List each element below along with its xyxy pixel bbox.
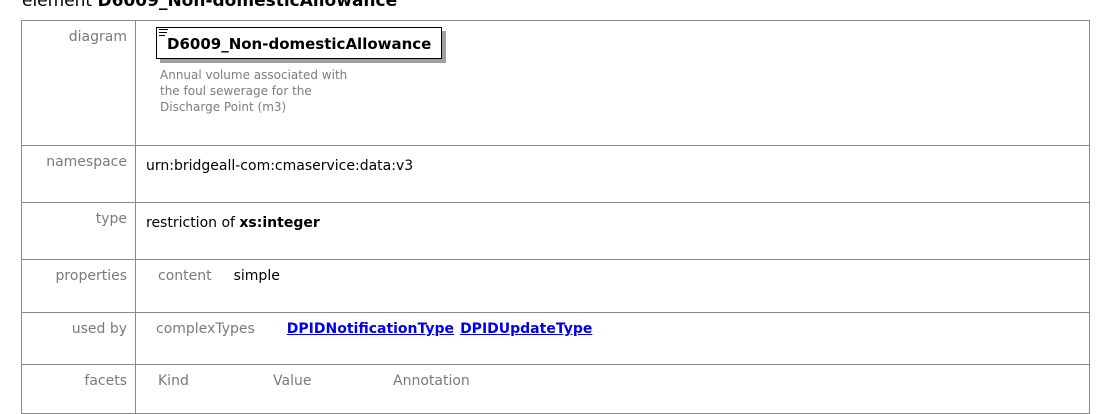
- type-label: type: [21, 202, 136, 260]
- properties-label: properties: [21, 259, 136, 313]
- type-prefix: restriction of: [146, 215, 240, 231]
- diagram-label: diagram: [21, 20, 136, 146]
- heading-prefix: element: [22, 0, 98, 11]
- diagram: D6009_Non-domesticAllowance Annual volum…: [156, 27, 528, 115]
- element-icon: [159, 29, 168, 38]
- heading-element-name: D6009_Non-domesticAllowance: [97, 0, 398, 11]
- row-type: type restriction of xs:integer: [21, 202, 1090, 260]
- facet-col-annotation: Annotation: [393, 373, 470, 389]
- properties-value: simple: [233, 268, 280, 284]
- properties-key: content: [158, 268, 212, 284]
- diagram-cell: D6009_Non-domesticAllowance Annual volum…: [135, 20, 1090, 146]
- namespace-value: urn:bridgeall-com:cmaservice:data:v3: [135, 145, 1090, 203]
- facet-col-kind: Kind: [158, 373, 189, 389]
- type-value: restriction of xs:integer: [135, 202, 1090, 260]
- diagram-annotation: Annual volume associated with the foul s…: [160, 68, 348, 114]
- used-by-label: used by: [21, 312, 136, 365]
- used-by-key: complexTypes: [156, 321, 255, 337]
- used-by-cell: complexTypes DPIDNotificationType DPIDUpda…: [135, 312, 1090, 365]
- type-base: xs:integer: [239, 215, 320, 231]
- row-properties: properties content simple: [21, 259, 1090, 313]
- row-diagram: diagram D6009_Non-domesticAllowance Annu…: [21, 20, 1090, 146]
- element-doc-table: diagram D6009_Non-domesticAllowance Annu…: [21, 20, 1090, 414]
- facet-col-value: Value: [273, 373, 312, 389]
- diagram-element-box[interactable]: D6009_Non-domesticAllowance: [156, 27, 443, 59]
- link-dpid-update-type[interactable]: DPIDUpdateType: [460, 321, 592, 337]
- namespace-label: namespace: [21, 145, 136, 203]
- properties-cell: content simple: [135, 259, 1090, 313]
- row-facets: facets Kind Value Annotation: [21, 364, 1090, 414]
- link-dpid-notification-type[interactable]: DPIDNotificationType: [287, 321, 454, 337]
- diagram-element-name: D6009_Non-domesticAllowance: [167, 35, 432, 53]
- page-heading: element D6009_Non-domesticAllowance: [22, 0, 397, 11]
- row-used-by: used by complexTypes DPIDNotificationType…: [21, 312, 1090, 365]
- row-namespace: namespace urn:bridgeall-com:cmaservice:d…: [21, 145, 1090, 203]
- facets-cell: Kind Value Annotation: [135, 364, 1090, 414]
- facets-label: facets: [21, 364, 136, 414]
